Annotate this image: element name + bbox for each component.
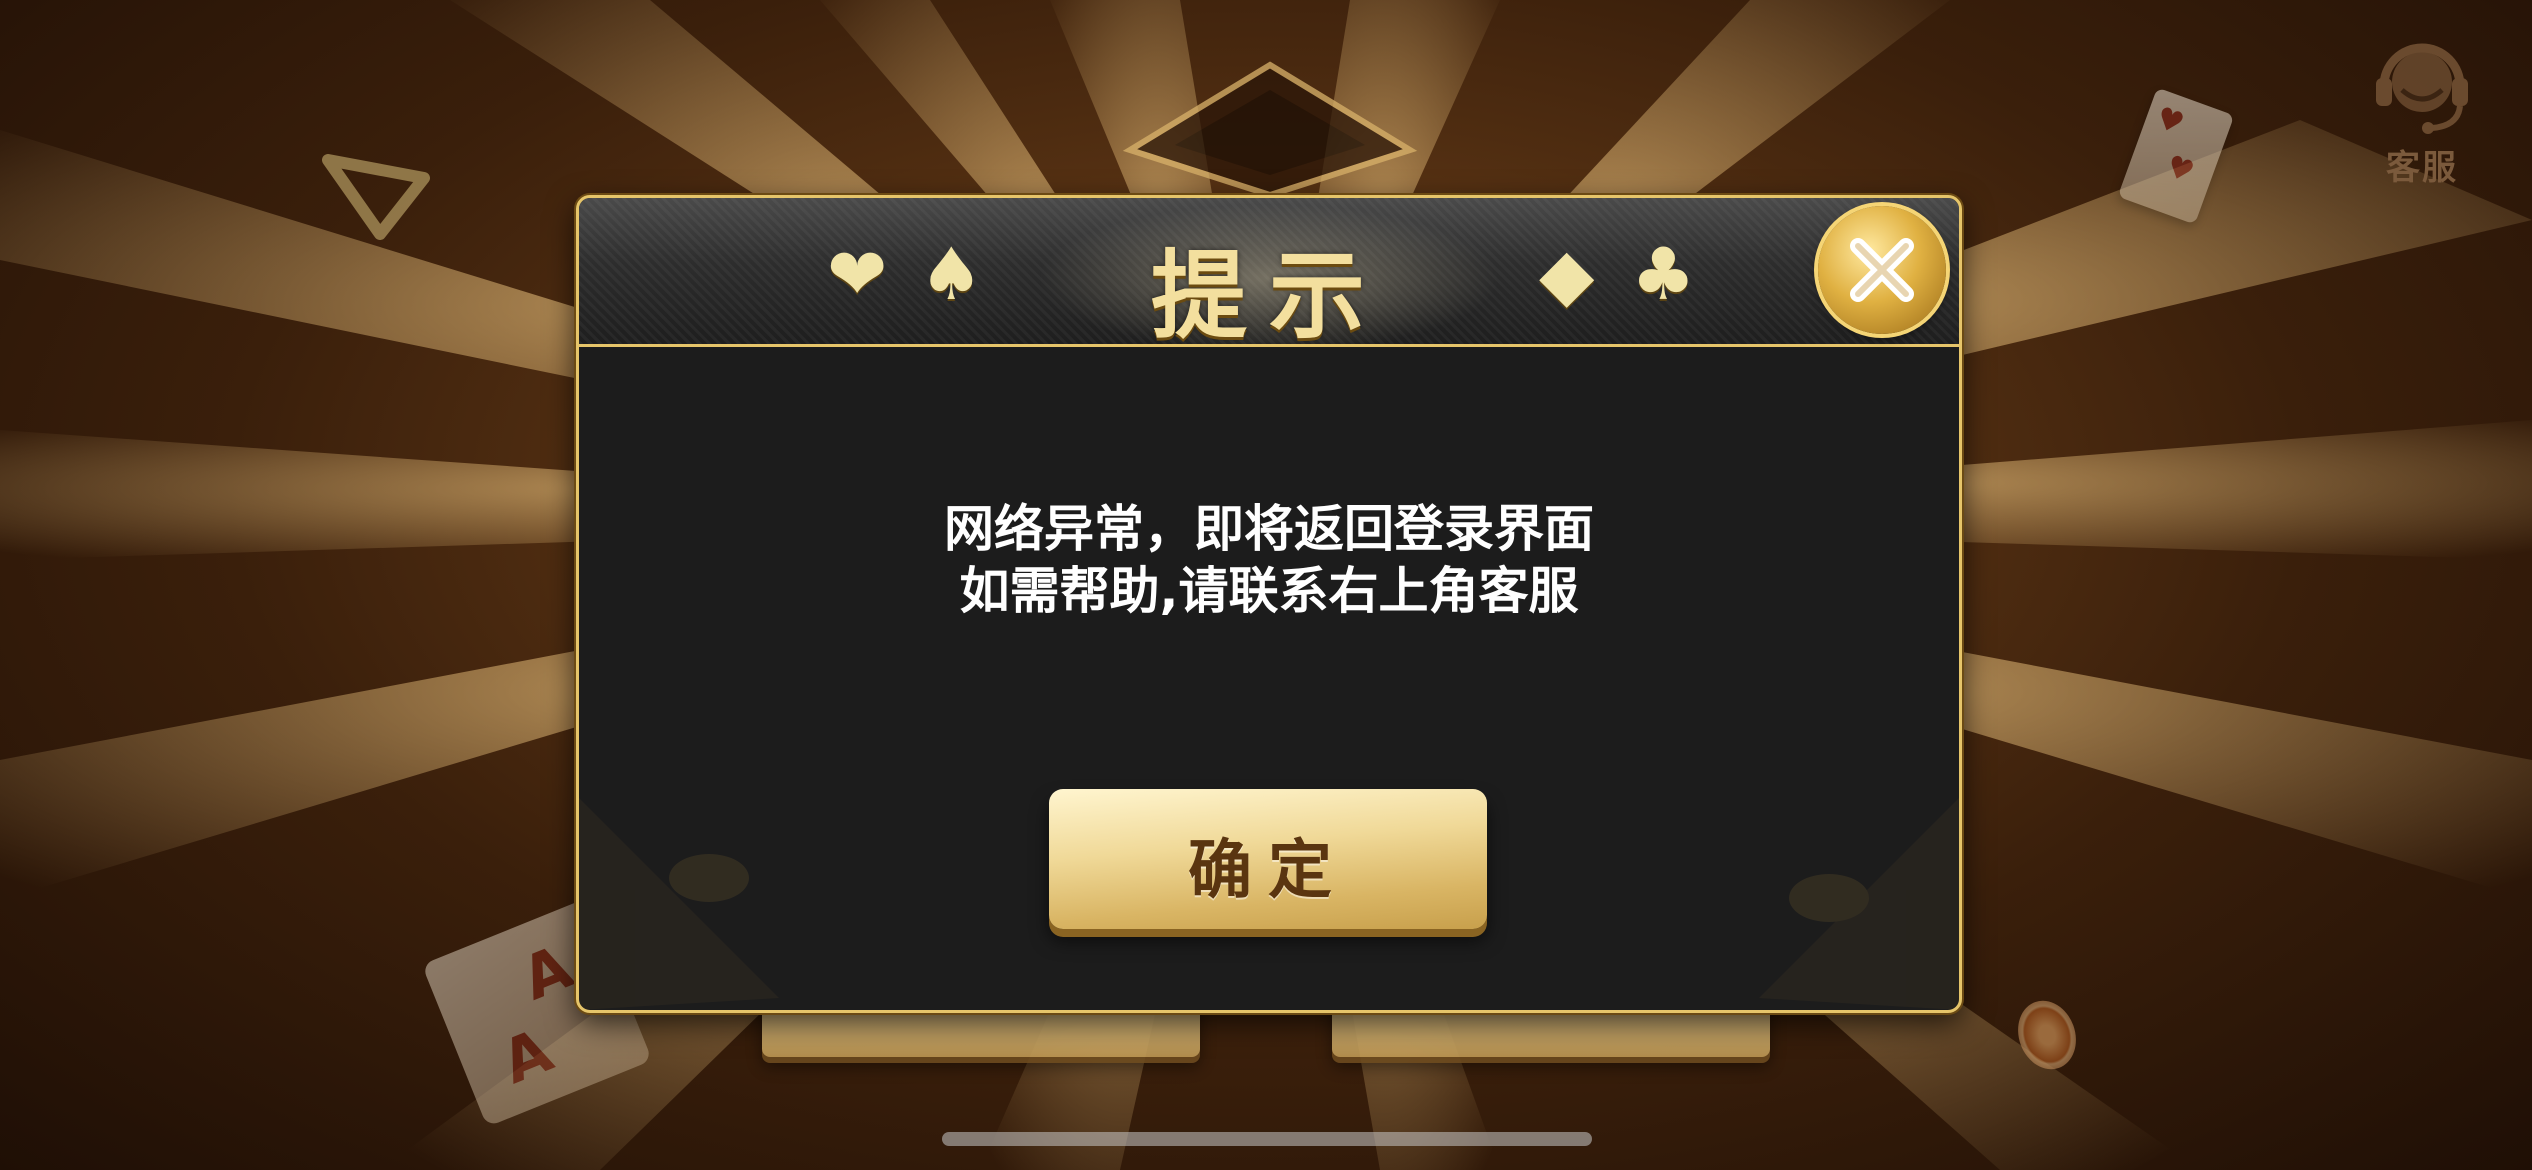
triangle-rack-icon xyxy=(322,154,430,240)
message-line-2: 如需帮助,请联系右上角客服 xyxy=(959,562,1579,620)
spade-icon: ♠ xyxy=(919,232,984,316)
dialog-title: 提示 xyxy=(1151,240,1387,352)
game-screen: ♥ ♥ A A 客服 ❤ ♠ 提示 ◆ ♣ 网络异常，即将返回登录界面 如需帮助… xyxy=(0,0,2532,1170)
diamond-icon: ◆ xyxy=(1539,232,1595,316)
confirm-button[interactable]: 确定 xyxy=(1049,789,1487,929)
dialog-header: ❤ ♠ 提示 ◆ ♣ xyxy=(579,198,1959,352)
dialog-message: 网络异常，即将返回登录界面 如需帮助,请联系右上角客服 xyxy=(579,498,1959,622)
corner-decoration xyxy=(579,798,779,1010)
message-line-1: 网络异常，即将返回登录界面 xyxy=(944,500,1594,558)
alert-dialog: ❤ ♠ 提示 ◆ ♣ 网络异常，即将返回登录界面 如需帮助,请联系右上角客服 确… xyxy=(576,195,1962,1013)
customer-service-label: 客服 xyxy=(2386,148,2458,188)
heart-icon: ❤ xyxy=(827,232,888,316)
close-button[interactable] xyxy=(1818,206,1946,334)
customer-service-button[interactable]: 客服 xyxy=(2362,30,2482,190)
corner-decoration xyxy=(1759,798,1959,1010)
club-icon: ♣ xyxy=(1631,232,1696,316)
confirm-button-label: 确定 xyxy=(1188,834,1348,908)
headset-icon xyxy=(2376,43,2468,134)
close-icon xyxy=(1850,238,1914,302)
top-logo-shape xyxy=(1122,61,1418,199)
home-indicator[interactable] xyxy=(942,1132,1592,1146)
